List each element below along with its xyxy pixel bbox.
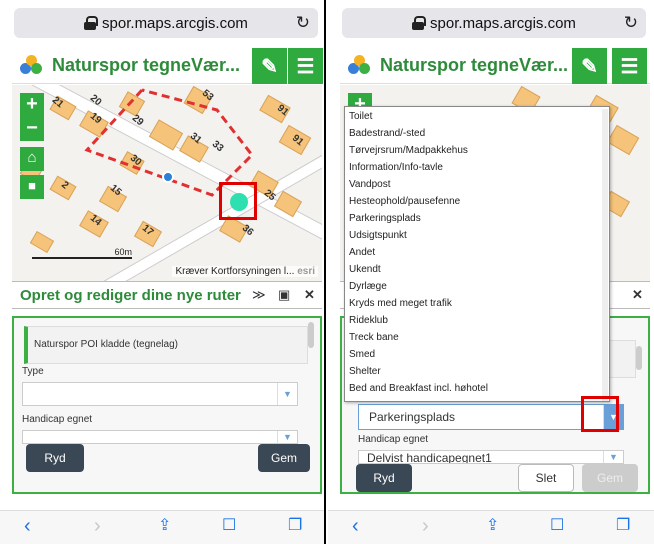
share-icon[interactable]: ⇪ [486,515,499,535]
forward-icon[interactable]: › [94,515,101,538]
url-text: spor.maps.arcgis.com [430,14,576,32]
panel-header: Opret og rediger dine nye ruter ≫ ▣ ✕ [12,281,322,309]
form-scrollbar[interactable] [308,322,314,348]
back-icon[interactable]: ‹ [24,515,31,538]
type-dropdown-list: Toilet Badestrand/-sted Tørvejrsrum/Madp… [344,106,610,402]
dropdown-option[interactable]: Rideklub [349,315,388,326]
maximize-icon[interactable]: ▣ [278,287,290,303]
url-text: spor.maps.arcgis.com [102,14,248,32]
app-logo-icon [348,54,370,77]
reload-icon[interactable]: ↻ [624,13,638,33]
delete-button[interactable]: Slet [518,464,574,492]
right-screen: spor.maps.arcgis.com ↻ Naturspor tegneVæ… [328,0,654,544]
app-header: Naturspor tegneVær... ✎ ☰ [340,48,650,84]
tabs-icon[interactable]: ❐ [288,515,302,535]
dropdown-option[interactable]: Bed and Breakfast incl. høhotel [349,383,488,394]
browser-toolbar: ‹ › ⇪ ☐ ❐ [0,510,324,544]
dropdown-option[interactable]: Smed [349,349,375,360]
app-header: Naturspor tegneVær... ✎ ☰ [12,48,323,84]
forward-icon[interactable]: › [422,515,429,538]
close-icon[interactable]: ✕ [632,287,643,303]
location-dot [162,171,174,183]
app-title: Naturspor tegneVær... [52,55,241,75]
lock-icon [84,16,99,30]
browser-toolbar: ‹ › ⇪ ☐ ❐ [328,510,654,544]
chevron-down-icon: ▼ [603,451,623,463]
locate-button[interactable]: ■ [20,175,44,199]
type-label: Type [22,366,44,377]
save-button[interactable]: Gem [258,444,310,472]
dropdown-option[interactable]: Badestrand/-sted [349,128,425,139]
scale-bar: 60m [32,247,132,259]
address-bar[interactable]: spor.maps.arcgis.com ↻ [342,8,646,38]
dropdown-option[interactable]: Treck bane [349,332,399,343]
collapse-icon[interactable]: ≫ [252,287,266,303]
draw-tool-icon[interactable]: ✎ [252,48,287,84]
dropdown-option[interactable]: Shelter [349,366,381,377]
dropdown-option[interactable]: Information/Info-tavle [349,162,443,173]
clear-button[interactable]: Ryd [26,444,84,472]
address-bar[interactable]: spor.maps.arcgis.com ↻ [14,8,318,38]
dropdown-option[interactable]: Ukendt [349,264,381,275]
zoom-in-button[interactable]: + [20,93,44,117]
share-icon[interactable]: ⇪ [158,515,171,535]
zoom-out-button[interactable]: − [20,117,44,141]
form-scrollbar[interactable] [636,346,642,370]
draw-tool-icon[interactable]: ✎ [572,48,607,84]
dropdown-option[interactable]: Kryds med meget trafik [349,298,452,309]
reload-icon[interactable]: ↻ [296,13,310,33]
chevron-down-icon: ▼ [277,431,297,443]
back-icon[interactable]: ‹ [352,515,359,538]
dropdown-option[interactable]: Hesteophold/pausefenne [349,196,460,207]
highlight-box [219,182,257,220]
clear-button[interactable]: Ryd [356,464,412,492]
dropdown-option[interactable]: Toilet [349,111,372,122]
chevron-down-icon: ▼ [277,383,297,405]
close-icon[interactable]: ✕ [304,287,315,303]
dropdown-option[interactable]: Parkeringsplads [349,213,421,224]
save-button[interactable]: Gem [582,464,638,492]
bookmarks-icon[interactable]: ☐ [222,515,236,535]
layer-row[interactable]: Naturspor POI kladde (tegnelag) [24,326,308,364]
menu-icon[interactable]: ☰ [612,48,647,84]
dropdown-option[interactable]: Vandpost [349,179,391,190]
type-select[interactable]: ▼ [22,382,298,406]
map-attribution: Kræver Kortforsyningen l... esri [172,266,318,277]
panel-title: Opret og rediger dine nye ruter [20,286,241,304]
handicap-label: Handicap egnet [22,414,93,425]
edit-form: Naturspor POI kladde (tegnelag) Type ▼ H… [12,316,322,494]
menu-icon[interactable]: ☰ [288,48,323,84]
handicap-label: Handicap egnet [358,434,429,445]
dropdown-option[interactable]: Tørvejrsrum/Madpakkehus [349,145,468,156]
handicap-select[interactable]: ▼ [22,430,298,444]
tabs-icon[interactable]: ❐ [616,515,630,535]
dropdown-option[interactable]: Udsigtspunkt [349,230,407,241]
app-title: Naturspor tegneVær... [380,55,569,75]
home-button[interactable]: ⌂ [20,147,44,171]
lock-icon [412,16,427,30]
bookmarks-icon[interactable]: ☐ [550,515,564,535]
map-view[interactable]: 20 53 21 19 29 31 33 30 15 17 14 36 2 25… [12,85,322,281]
dropdown-option[interactable]: Andet [349,247,375,258]
app-logo-icon [20,54,42,77]
handicap-select[interactable]: Delvist handicapegnet1 ▼ [358,450,624,464]
left-screen: spor.maps.arcgis.com ↻ Naturspor tegneVæ… [0,0,326,544]
dropdown-scrollbar[interactable] [602,109,608,401]
dropdown-option[interactable]: Dyrlæge [349,281,387,292]
highlight-box [581,396,619,432]
